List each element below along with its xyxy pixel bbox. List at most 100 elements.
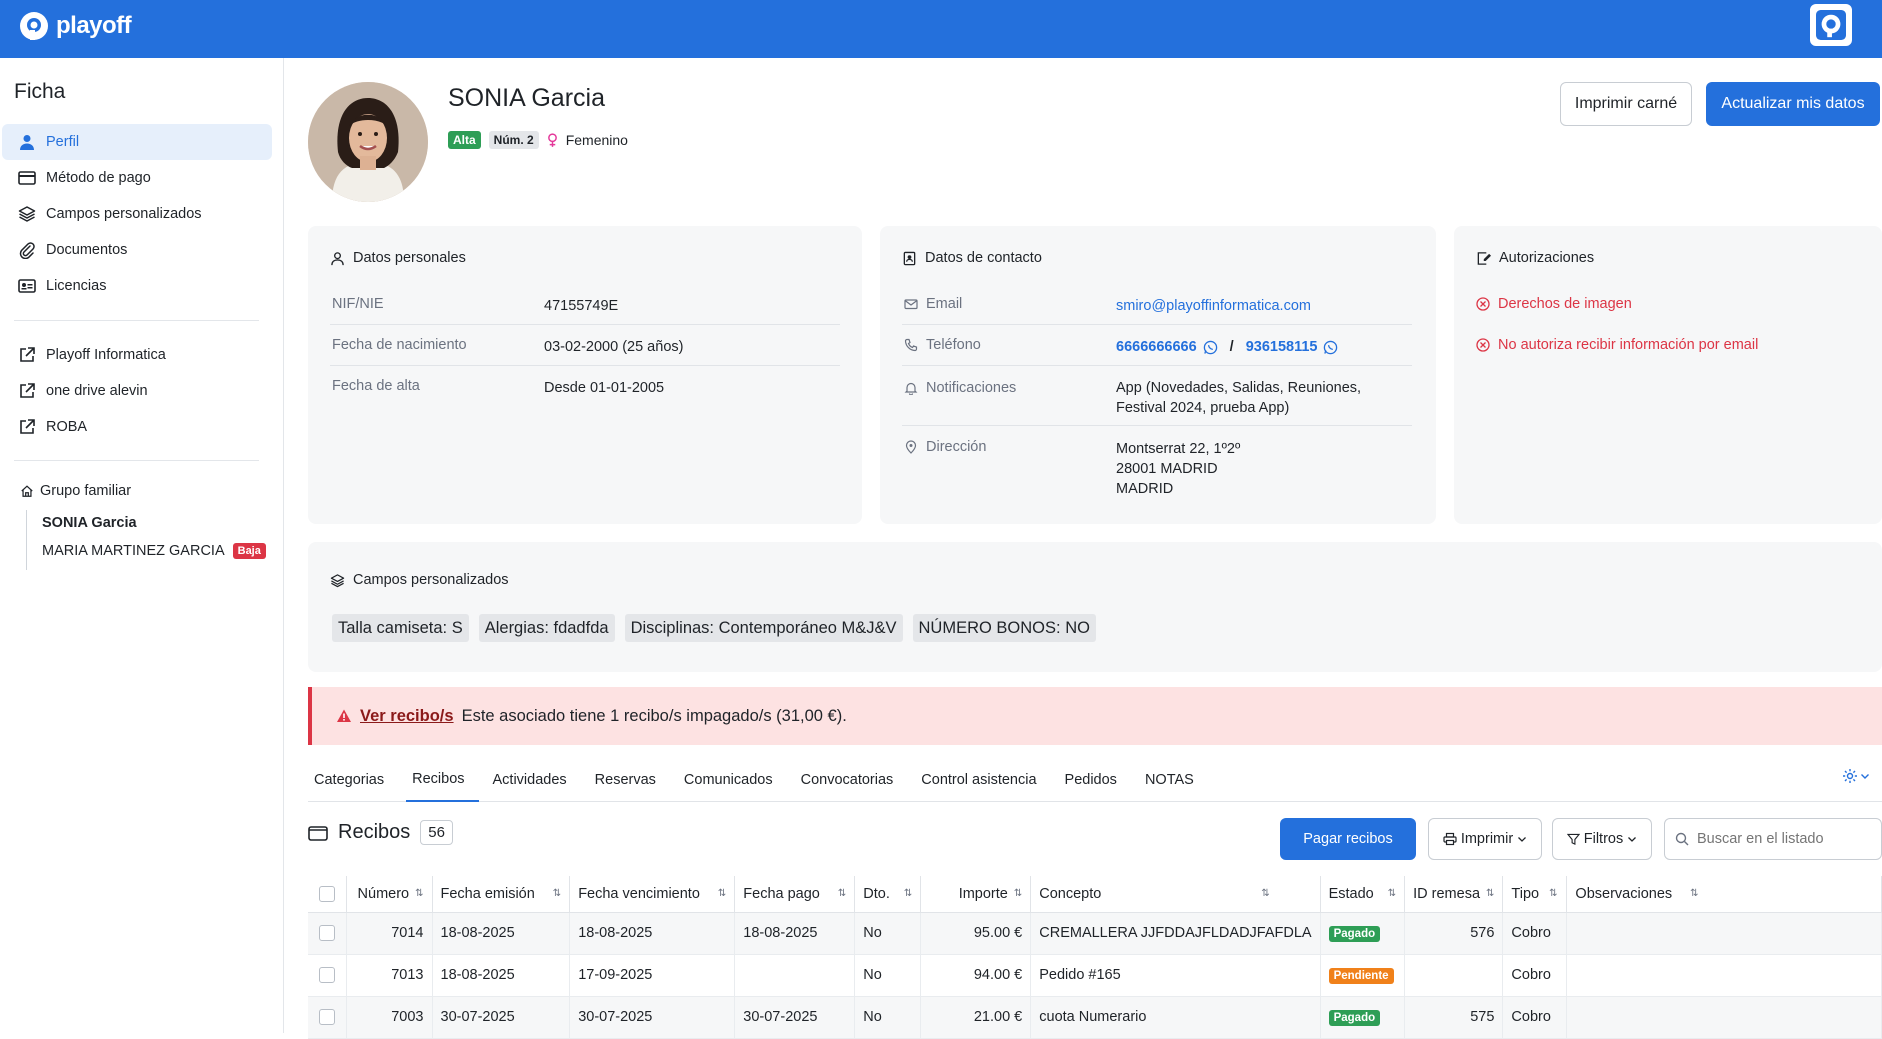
chevron-down-icon xyxy=(1518,837,1527,842)
sidebar-link-playoff-informatica[interactable]: Playoff Informatica xyxy=(2,337,272,373)
sort-icon: ⇅ xyxy=(1486,888,1495,900)
cell-observaciones xyxy=(1566,912,1882,955)
column-label: Fecha vencimiento xyxy=(578,885,700,902)
family-member-maria[interactable]: MARIA MARTINEZ GARCIA Baja xyxy=(42,543,266,559)
unpaid-receipts-alert: Ver recibo/s Este asociado tiene 1 recib… xyxy=(308,687,1882,745)
column-header[interactable]: ID remesa ⇅ xyxy=(1404,876,1504,913)
sort-icon: ⇅ xyxy=(1013,888,1023,900)
alert-text: Este asociado tiene 1 recibo/s impagado/… xyxy=(461,706,847,725)
tab-notas[interactable]: NOTAS xyxy=(1139,758,1208,802)
family-group-label: Grupo familiar xyxy=(40,483,132,499)
row-divider xyxy=(902,324,1412,325)
address-line: 28001 MADRID xyxy=(1116,461,1218,477)
sidebar-item-documentos[interactable]: Documentos xyxy=(2,232,272,268)
tab-control-asistencia[interactable]: Control asistencia xyxy=(915,758,1050,802)
authorization-item-image-rights: Derechos de imagen xyxy=(1476,296,1632,312)
column-label: Tipo xyxy=(1511,885,1540,902)
sidebar-item-perfil[interactable]: Perfil xyxy=(2,124,272,160)
tab-recibos[interactable]: Recibos xyxy=(406,758,479,802)
female-icon xyxy=(547,132,557,147)
bell-icon xyxy=(904,382,918,395)
cell-dto: No xyxy=(854,996,922,1039)
column-header[interactable]: Tipo ⇅ xyxy=(1502,876,1568,913)
sort-icon: ⇅ xyxy=(1690,888,1699,900)
table-row[interactable]: 7003 30-07-2025 30-07-2025 30-07-2025 No… xyxy=(308,996,1882,1039)
sidebar-item-licencias[interactable]: Licencias xyxy=(2,268,272,304)
sidebar-link-roba[interactable]: ROBA xyxy=(2,409,272,445)
row-checkbox[interactable] xyxy=(318,925,335,942)
sidebar-divider xyxy=(14,320,259,321)
search-input[interactable] xyxy=(1697,831,1867,847)
cell-fecha-emision: 18-08-2025 xyxy=(432,912,571,955)
phone-values: 6666666666 / 936158115 xyxy=(1116,337,1338,357)
receipts-search[interactable] xyxy=(1664,818,1882,860)
home-icon xyxy=(21,485,33,497)
column-label: Fecha emisión xyxy=(440,885,535,902)
pay-receipts-button[interactable]: Pagar recibos xyxy=(1280,818,1416,860)
column-label: ID remesa xyxy=(1413,885,1481,902)
phone-2-link[interactable]: 936158115 xyxy=(1246,337,1318,357)
tab-pedidos[interactable]: Pedidos xyxy=(1059,758,1131,802)
column-header[interactable]: Fecha vencimiento ⇅ xyxy=(569,876,736,913)
playoff-logo[interactable]: playoff xyxy=(18,10,132,42)
column-header[interactable]: Importe ⇅ xyxy=(920,876,1032,913)
receipts-title-text: Recibos xyxy=(338,821,411,843)
cell-fecha-emision: 30-07-2025 xyxy=(432,996,571,1039)
table-row[interactable]: 7014 18-08-2025 18-08-2025 18-08-2025 No… xyxy=(308,912,1882,955)
receipts-table: Número ⇅ Fecha emisión ⇅ Fecha vencimiento… xyxy=(308,876,1882,1039)
update-data-button[interactable]: Actualizar mis datos xyxy=(1706,82,1880,126)
column-label: Concepto xyxy=(1039,885,1102,902)
whatsapp-icon[interactable] xyxy=(1323,340,1338,355)
table-row[interactable]: 7013 18-08-2025 17-09-2025 No 94.00 € Pe… xyxy=(308,954,1882,997)
filters-dropdown-button[interactable]: Filtros xyxy=(1552,818,1652,860)
row-select-cell xyxy=(308,954,347,997)
column-header[interactable]: Concepto ⇅ xyxy=(1030,876,1321,913)
member-tags: Alta Núm. 2 Femenino xyxy=(448,131,628,149)
address-label-text: Dirección xyxy=(926,439,987,455)
x-circle-icon xyxy=(1476,297,1490,311)
column-header[interactable]: Número ⇅ xyxy=(346,876,433,913)
tab-actividades[interactable]: Actividades xyxy=(487,758,581,802)
tab-reservas[interactable]: Reservas xyxy=(589,758,670,802)
family-member-sonia[interactable]: SONIA Garcia xyxy=(42,515,137,531)
email-link[interactable]: smiro@playoffinformatica.com xyxy=(1116,296,1311,316)
column-header[interactable]: Fecha emisión ⇅ xyxy=(432,876,571,913)
column-label: Importe xyxy=(958,885,1008,902)
sidebar-item-metodo-pago[interactable]: Método de pago xyxy=(2,160,272,196)
select-all-checkbox[interactable] xyxy=(318,885,335,902)
print-card-button[interactable]: Imprimir carné xyxy=(1560,82,1692,126)
tab-settings-button[interactable] xyxy=(1842,768,1870,784)
cell-concepto: Pedido #165 xyxy=(1030,954,1321,997)
cell-id-remesa xyxy=(1404,954,1504,997)
select-all-header xyxy=(308,876,347,913)
row-checkbox[interactable] xyxy=(318,967,335,984)
contact-book-icon xyxy=(903,251,916,265)
brand-name: playoff xyxy=(56,12,132,39)
whatsapp-icon[interactable] xyxy=(1203,340,1218,355)
print-dropdown-button[interactable]: Imprimir xyxy=(1428,818,1542,860)
main-content: SONIA Garcia Alta Núm. 2 Femenino Imprim… xyxy=(284,58,1882,1039)
card-title: Datos de contacto xyxy=(902,250,1042,266)
sidebar-link-one-drive[interactable]: one drive alevin xyxy=(2,373,272,409)
column-header[interactable]: Estado ⇅ xyxy=(1320,876,1406,913)
sidebar-item-campos[interactable]: Campos personalizados xyxy=(2,196,272,232)
authorization-text: No autoriza recibir información por emai… xyxy=(1498,337,1759,353)
card-title: Datos personales xyxy=(330,250,466,266)
app-icon[interactable] xyxy=(1810,4,1852,46)
cell-numero: 7013 xyxy=(346,954,433,997)
column-header[interactable]: Dto. ⇅ xyxy=(854,876,922,913)
section-tabs: Categorias Recibos Actividades Reservas … xyxy=(308,758,1882,802)
cell-fecha-pago xyxy=(734,954,856,997)
view-receipts-link[interactable]: Ver recibo/s xyxy=(360,707,454,726)
tab-comunicados[interactable]: Comunicados xyxy=(678,758,787,802)
notifications-label-text: Notificaciones xyxy=(926,380,1017,396)
phone-1-link[interactable]: 6666666666 xyxy=(1116,337,1197,357)
row-select-cell xyxy=(308,996,347,1039)
row-checkbox[interactable] xyxy=(318,1009,335,1026)
column-header[interactable]: Fecha pago ⇅ xyxy=(734,876,856,913)
custom-field-chip: Alergias: fdadfda xyxy=(478,614,615,642)
tab-categorias[interactable]: Categorias xyxy=(308,758,398,802)
warning-icon xyxy=(337,709,351,722)
tab-convocatorias[interactable]: Convocatorias xyxy=(795,758,908,802)
column-header[interactable]: Observaciones ⇅ xyxy=(1566,876,1882,913)
